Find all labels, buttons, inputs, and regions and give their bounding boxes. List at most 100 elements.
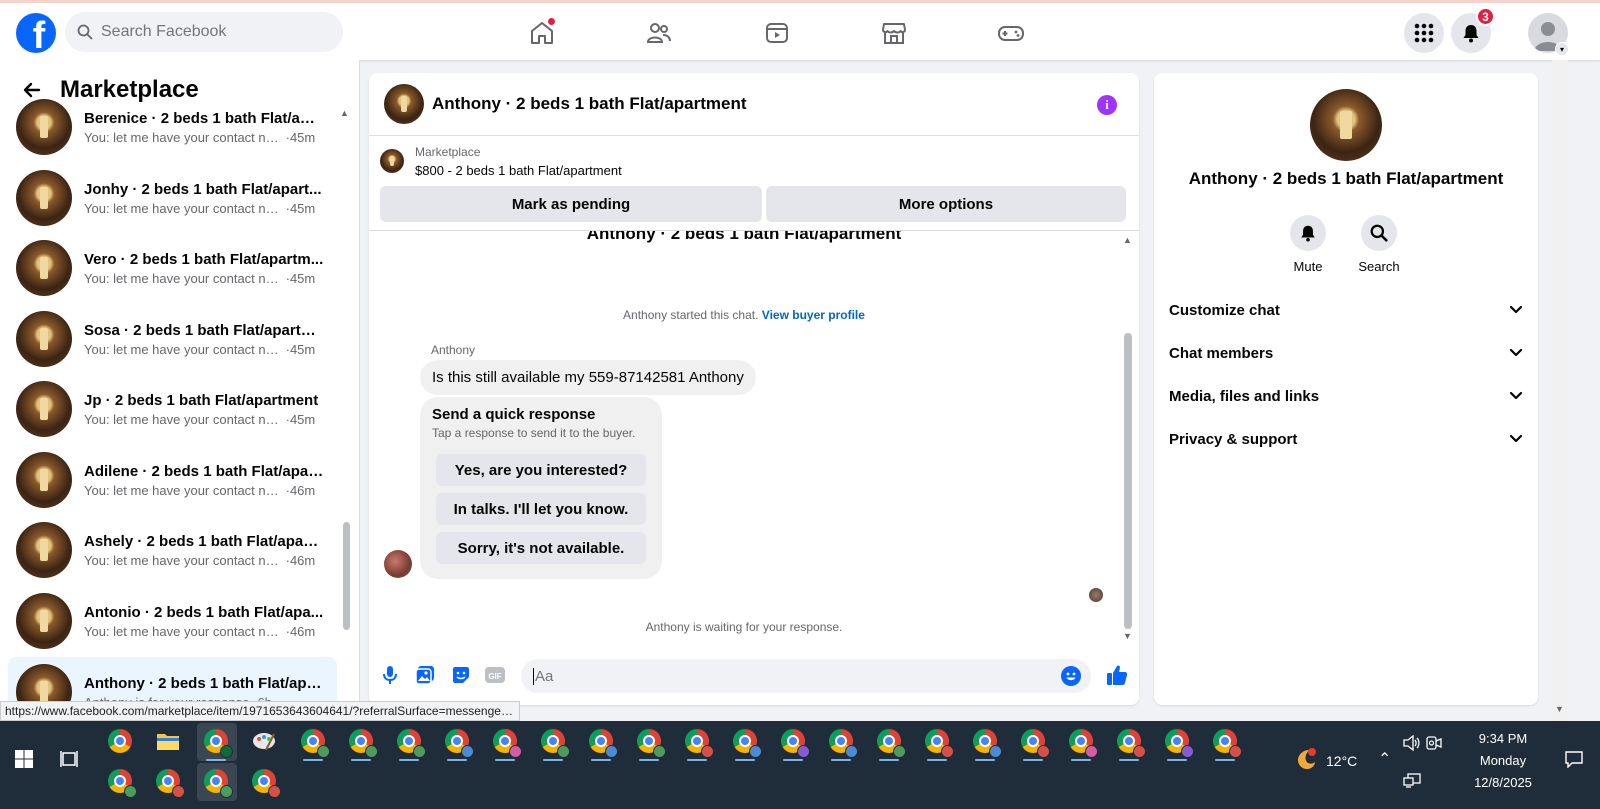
conversation-item[interactable]: Jp · 2 beds 1 bath Flat/apartment You: l…: [8, 374, 337, 444]
taskbar-chrome-profile[interactable]: [539, 727, 570, 761]
taskbar-chrome-profile-active[interactable]: [202, 767, 233, 798]
profile-icon: [941, 745, 954, 758]
chat-scroll-down-icon[interactable]: ▼: [1123, 631, 1132, 641]
taskbar-chrome-profile[interactable]: [347, 727, 378, 761]
network-button[interactable]: [1398, 767, 1426, 795]
privacy-support-section[interactable]: Privacy & support: [1169, 421, 1523, 457]
chat-listing-avatar[interactable]: [384, 84, 424, 124]
clock-day[interactable]: Monday: [1458, 753, 1548, 768]
home-nav-button[interactable]: [526, 17, 558, 49]
profile-icon: [701, 745, 714, 758]
media-files-links-section[interactable]: Media, files and links: [1169, 378, 1523, 414]
taskbar-chrome-profile[interactable]: [587, 727, 618, 761]
quick-reply-in-talks-button[interactable]: In talks. I'll let you know.: [436, 493, 646, 525]
sidebar-scroll-up-icon[interactable]: ▲: [340, 108, 349, 118]
watch-nav-button[interactable]: [761, 17, 793, 49]
view-buyer-profile-link[interactable]: View buyer profile: [762, 308, 865, 322]
taskbar-chrome-profile[interactable]: [971, 727, 1002, 761]
quick-reply-interested-button[interactable]: Yes, are you interested?: [436, 454, 646, 486]
taskbar-chrome-profile[interactable]: [395, 727, 426, 761]
taskbar-gmail-chrome[interactable]: [202, 727, 233, 761]
search-box[interactable]: [65, 12, 343, 52]
sender-avatar[interactable]: [384, 550, 412, 578]
notification-center-button[interactable]: [1560, 745, 1588, 773]
attach-photo-button[interactable]: [414, 664, 436, 686]
quick-response-title: Send a quick response: [432, 406, 596, 423]
quick-reply-not-available-button[interactable]: Sorry, it's not available.: [436, 532, 646, 564]
page-scrollbar[interactable]: [1552, 60, 1568, 721]
chat-scrollbar-thumb[interactable]: [1124, 333, 1132, 629]
taskbar-chrome-profile[interactable]: [250, 767, 281, 798]
taskbar-chrome-profile[interactable]: [1067, 727, 1098, 761]
message-composer: GIF: [369, 653, 1139, 699]
conversation-item[interactable]: Vero · 2 beds 1 bath Flat/apartm... You:…: [8, 233, 337, 303]
marketplace-nav-button[interactable]: [878, 17, 910, 49]
friends-nav-button[interactable]: [643, 17, 675, 49]
show-hidden-icons-chevron-icon[interactable]: ⌃: [1378, 749, 1391, 769]
chat-members-section[interactable]: Chat members: [1169, 335, 1523, 371]
conversation-item[interactable]: Ashely · 2 beds 1 bath Flat/apart... You…: [8, 515, 337, 585]
menu-button[interactable]: [1404, 13, 1444, 53]
clock-time[interactable]: 9:34 PM: [1458, 731, 1548, 746]
taskbar-chrome-profile[interactable]: [683, 727, 714, 761]
chat-title[interactable]: Anthony · 2 beds 1 bath Flat/apartment: [432, 94, 747, 114]
taskbar-file-explorer[interactable]: [154, 727, 182, 755]
mark-pending-button[interactable]: Mark as pending: [380, 186, 762, 222]
taskbar-chrome-profile[interactable]: [1211, 727, 1242, 761]
mute-action[interactable]: Mute: [1278, 215, 1338, 274]
taskbar-chrome-profile[interactable]: [875, 727, 906, 761]
chrome-icon: [829, 729, 858, 758]
info-listing-avatar[interactable]: [1310, 89, 1382, 161]
taskbar-chrome-profile[interactable]: [923, 727, 954, 761]
conversation-item[interactable]: Jonhy · 2 beds 1 bath Flat/apart... You:…: [8, 163, 337, 233]
more-options-button[interactable]: More options: [766, 186, 1126, 222]
waiting-notice: Anthony is waiting for your response.: [645, 620, 843, 634]
taskbar-chrome-profile[interactable]: [1163, 727, 1194, 761]
taskbar-chrome-app[interactable]: [106, 727, 134, 755]
conversation-item[interactable]: Adilene · 2 beds 1 bath Flat/apar... You…: [8, 445, 337, 515]
sidebar-scrollbar-thumb[interactable]: [343, 522, 350, 630]
conversation-item[interactable]: Berenice · 2 beds 1 bath Flat/apa... You…: [8, 92, 337, 162]
emoji-icon[interactable]: [1061, 666, 1081, 686]
taskbar-chrome-profile[interactable]: [1019, 727, 1050, 761]
conversation-item[interactable]: Sosa · 2 beds 1 bath Flat/apartm... You:…: [8, 304, 337, 374]
clock-date[interactable]: 12/8/2025: [1458, 775, 1548, 790]
taskbar-chrome-profile[interactable]: [299, 727, 330, 761]
taskbar-chrome-profile[interactable]: [106, 767, 137, 798]
like-send-button[interactable]: [1104, 662, 1130, 688]
facebook-logo[interactable]: f: [16, 13, 56, 53]
message-input-wrapper[interactable]: [521, 659, 1091, 693]
meet-now-button[interactable]: [1420, 729, 1448, 757]
search-action[interactable]: Search: [1349, 215, 1409, 274]
search-input[interactable]: [101, 23, 321, 41]
chat-scroll-up-icon[interactable]: ▲: [1123, 235, 1132, 245]
message-bubble[interactable]: Is this still available my 559-87142581 …: [420, 360, 756, 395]
taskbar-paint-app[interactable]: [250, 727, 278, 755]
taskbar-chrome-profile[interactable]: [731, 727, 762, 761]
notifications-button[interactable]: 3: [1451, 7, 1495, 53]
taskbar-chrome-profile[interactable]: [443, 727, 474, 761]
taskbar-chrome-profile[interactable]: [779, 727, 810, 761]
customize-chat-section[interactable]: Customize chat: [1169, 292, 1523, 328]
running-indicator: [1215, 759, 1235, 761]
taskbar-chrome-profile[interactable]: [491, 727, 522, 761]
page-scroll-down-icon[interactable]: ▼: [1555, 704, 1564, 714]
sticker-button[interactable]: [450, 664, 472, 686]
temperature-text[interactable]: 12°C: [1326, 753, 1357, 769]
task-view-button[interactable]: [56, 745, 84, 773]
taskbar-chrome-profile[interactable]: [827, 727, 858, 761]
weather-widget[interactable]: [1292, 745, 1320, 773]
message-input[interactable]: [533, 667, 1033, 685]
notifications-badge: 3: [1476, 7, 1495, 26]
start-button[interactable]: [10, 745, 38, 773]
listing-summary[interactable]: Marketplace $800 - 2 beds 1 bath Flat/ap…: [380, 145, 622, 178]
voice-clip-button[interactable]: [379, 664, 401, 686]
info-icon[interactable]: i: [1097, 95, 1117, 115]
taskbar-chrome-profile[interactable]: [635, 727, 666, 761]
taskbar-chrome-profile[interactable]: [1115, 727, 1146, 761]
account-chevron-icon[interactable]: ▾: [1555, 42, 1569, 56]
taskbar-chrome-profile[interactable]: [154, 767, 185, 798]
gaming-nav-button[interactable]: [995, 17, 1027, 49]
conversation-item[interactable]: Antonio · 2 beds 1 bath Flat/apa... You:…: [8, 586, 337, 656]
gif-button[interactable]: GIF: [484, 664, 506, 686]
